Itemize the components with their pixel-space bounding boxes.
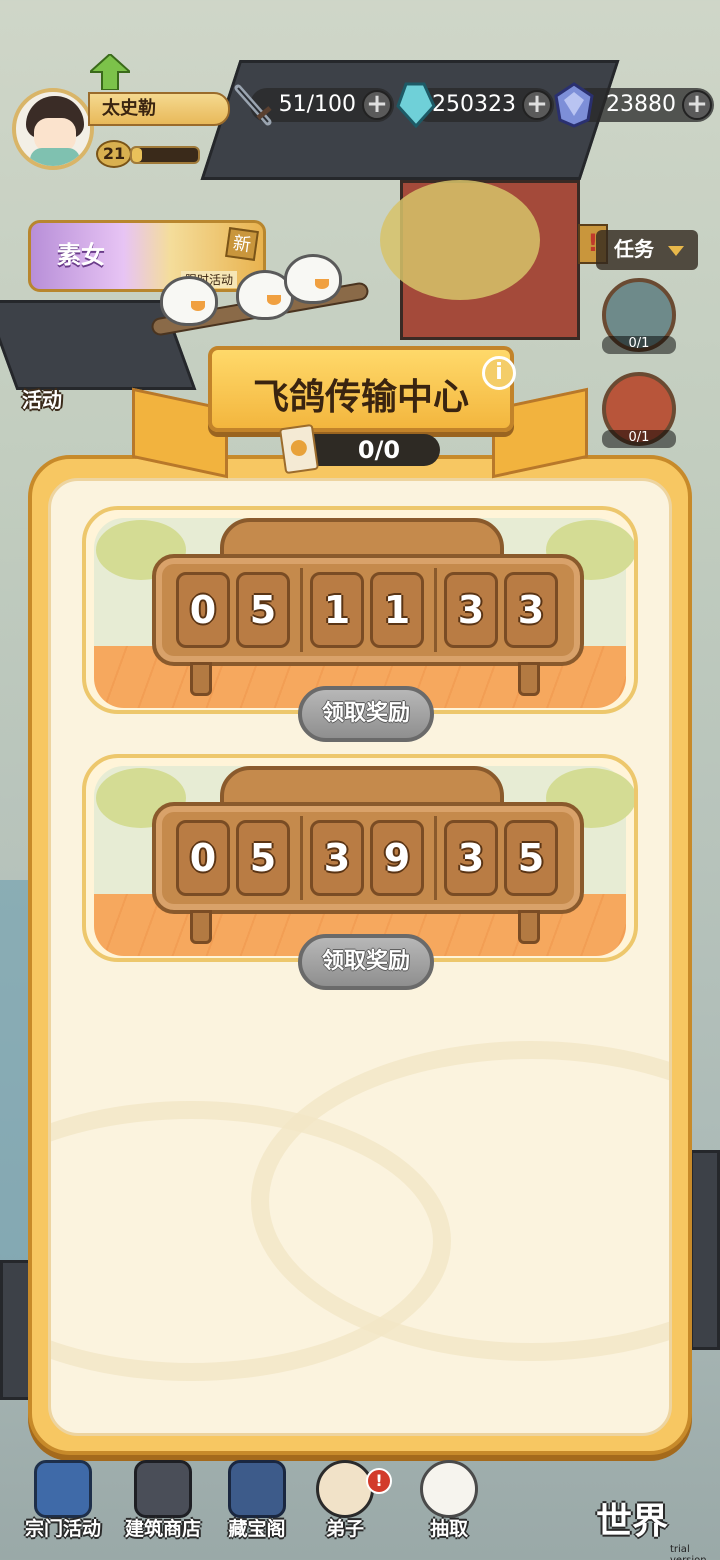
code-digit: 3 [310, 820, 364, 896]
exp-bar [130, 146, 200, 164]
quest-count-building: 0/1 [602, 336, 676, 354]
gem-resource: 23880 + [554, 82, 714, 128]
crystal-add-button[interactable]: + [522, 90, 552, 120]
nav-label: 宗门活动 [24, 1518, 101, 1540]
panel-title: 飞鸽传输中心 [252, 377, 469, 418]
nav-building-shop[interactable]: 建筑商店 [114, 1456, 212, 1552]
claim-reward-button-1[interactable]: 领取奖励 [298, 686, 434, 742]
trial-watermark: trial version [670, 1544, 707, 1560]
activity-button[interactable]: 活动 [22, 384, 62, 413]
world-button[interactable]: 世界 [596, 1492, 668, 1544]
level-up-arrow-icon[interactable] [90, 54, 130, 90]
nav-label: 藏宝阁 [228, 1518, 286, 1540]
golden-tree [380, 180, 540, 300]
pigeon-icon [160, 276, 218, 326]
code-digit: 5 [236, 820, 290, 896]
nav-label: 抽取 [429, 1518, 468, 1540]
gem-icon [554, 82, 594, 128]
event-title: 素女 [57, 241, 105, 269]
info-icon[interactable]: i [482, 356, 516, 390]
exp-bar-fill [132, 148, 142, 162]
crystal-value: 250323 [432, 92, 516, 117]
code-digit: 9 [370, 820, 424, 896]
sword-icon [234, 84, 272, 126]
event-banner[interactable]: 素女 限时活动 新 [28, 220, 266, 292]
nav-sect-activity[interactable]: 宗门活动 [14, 1456, 112, 1552]
bird-icon [420, 1460, 478, 1518]
nav-label: 弟子 [325, 1518, 364, 1540]
task-button[interactable]: 任务 [596, 230, 698, 270]
nav-label: 建筑商店 [124, 1518, 201, 1540]
code-digit: 0 [176, 572, 230, 648]
claim-reward-button-2[interactable]: 领取奖励 [298, 934, 434, 990]
quest-count-sword: 0/1 [602, 430, 676, 448]
stamina-value: 51/100 [278, 92, 356, 117]
player-level-badge: 21 [96, 140, 132, 168]
treasure-pavilion-icon [228, 1460, 286, 1518]
chevron-down-icon [668, 246, 684, 256]
player-avatar[interactable] [12, 88, 94, 170]
right-building [690, 1150, 720, 1350]
disciple-alert-badge: ! [366, 1468, 392, 1494]
gem-add-button[interactable]: + [682, 90, 712, 120]
task-label: 任务 [614, 237, 654, 261]
letter-icon [278, 423, 320, 475]
reward-card-1: 0 5 1 1 3 3 [82, 506, 638, 714]
stamina-add-button[interactable]: + [362, 90, 392, 120]
pagoda-icon [34, 1460, 92, 1518]
code-digit: 5 [236, 572, 290, 648]
stamina-resource: 51/100 + [234, 84, 394, 126]
gem-value: 23880 [606, 92, 676, 117]
code-digit: 3 [504, 572, 558, 648]
building-icon [134, 1460, 192, 1518]
new-badge: 新 [225, 227, 259, 261]
pigeon-icon [284, 254, 342, 304]
disciple-icon [316, 1460, 374, 1518]
reward-card-2: 0 5 3 9 3 5 [82, 754, 638, 962]
code-digit: 3 [444, 820, 498, 896]
code-digit: 5 [504, 820, 558, 896]
crystal-resource: 250323 + [396, 82, 554, 128]
code-digit: 0 [176, 820, 230, 896]
code-digit: 1 [310, 572, 364, 648]
nav-treasure-pavilion[interactable]: 藏宝阁 [208, 1456, 306, 1552]
code-digit: 1 [370, 572, 424, 648]
panel-title-ribbon: 飞鸽传输中心 [208, 346, 514, 432]
code-digit: 3 [444, 572, 498, 648]
player-name: 太史勒 [88, 92, 230, 126]
nav-draw[interactable]: 抽取 [400, 1456, 498, 1552]
